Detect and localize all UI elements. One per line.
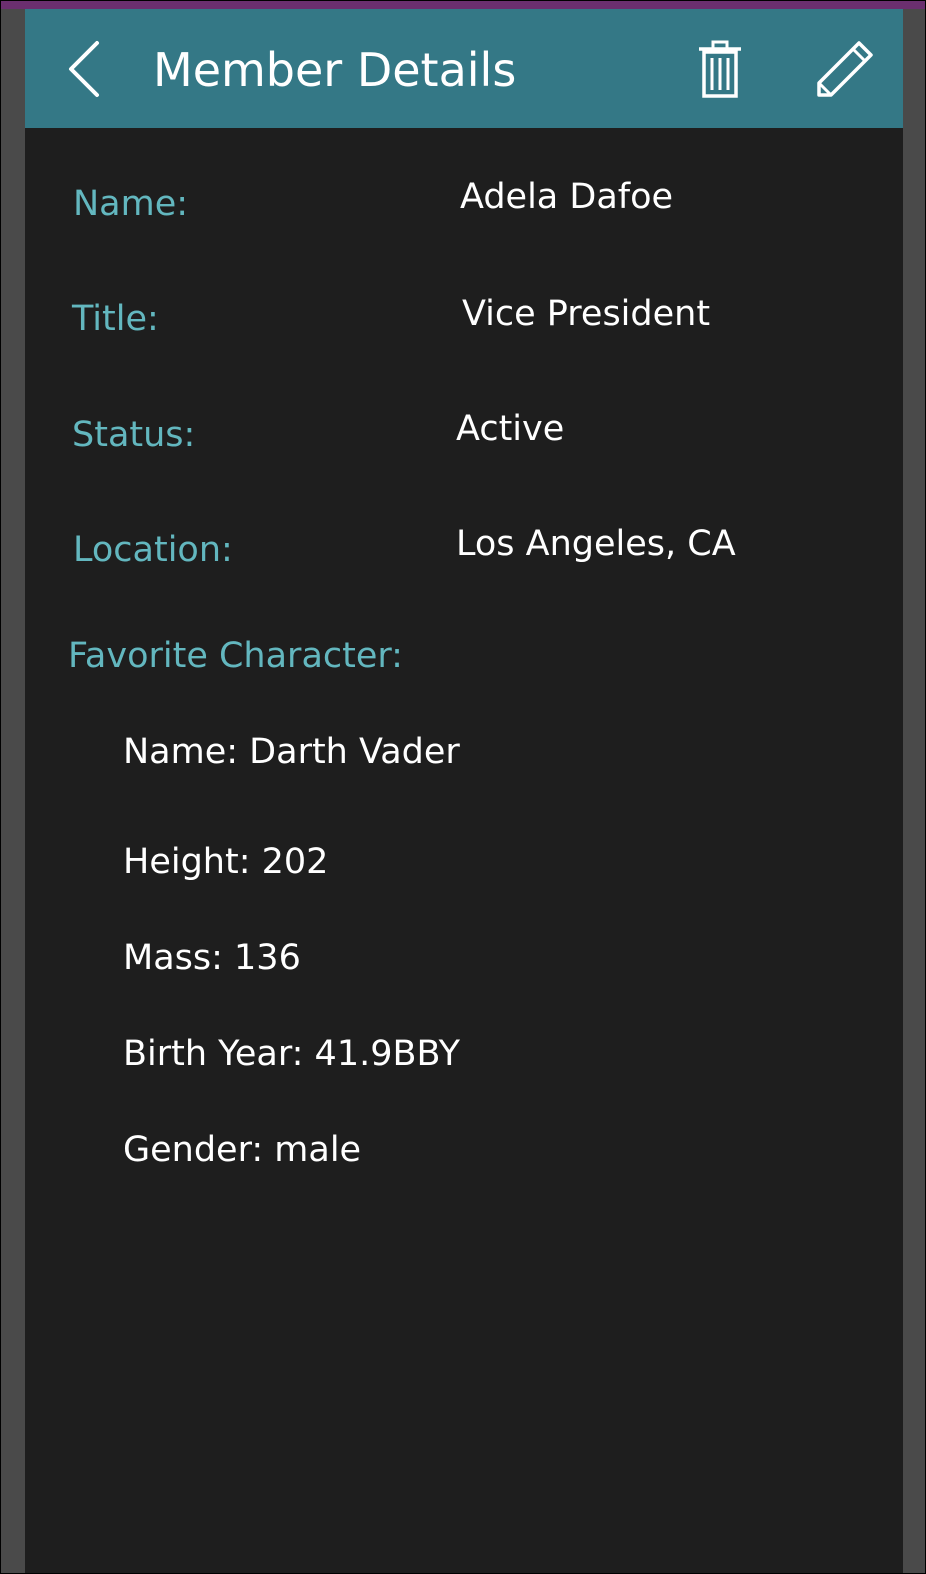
location-value: Los Angeles, CA <box>456 524 736 564</box>
character-height: Height: 202 <box>123 842 329 882</box>
status-label: Status: <box>72 415 196 455</box>
character-mass: Mass: 136 <box>123 938 301 978</box>
trash-icon <box>699 40 741 98</box>
chevron-left-icon <box>69 41 99 97</box>
app-frame: Member Details Name: Adela Dafoe Title: … <box>0 0 926 1574</box>
top-accent-strip <box>1 1 925 9</box>
character-gender: Gender: male <box>123 1130 362 1170</box>
delete-button[interactable] <box>697 39 743 99</box>
favorite-character-label: Favorite Character: <box>68 636 403 676</box>
page-title: Member Details <box>153 43 517 97</box>
status-value: Active <box>456 409 565 449</box>
title-label: Title: <box>72 299 159 339</box>
character-name: Name: Darth Vader <box>123 732 460 772</box>
title-value: Vice President <box>462 294 711 334</box>
pencil-icon <box>817 41 873 97</box>
edit-button[interactable] <box>815 39 875 99</box>
name-value: Adela Dafoe <box>460 177 674 217</box>
back-button[interactable] <box>61 37 111 101</box>
location-label: Location: <box>73 530 233 570</box>
member-details-screen: Member Details Name: Adela Dafoe Title: … <box>25 9 903 1573</box>
name-label: Name: <box>73 184 189 224</box>
character-birth-year: Birth Year: 41.9BBY <box>123 1034 460 1074</box>
header-bar: Member Details <box>25 9 903 128</box>
